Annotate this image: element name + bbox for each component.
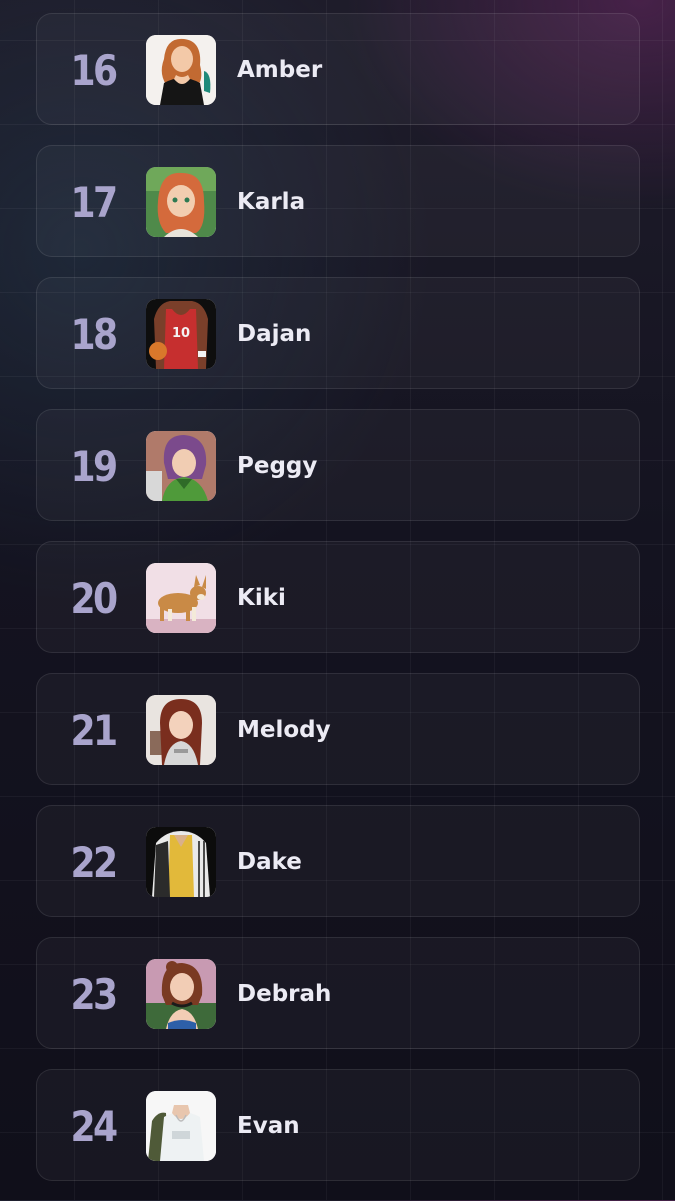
- dake-avatar: [146, 827, 216, 897]
- rank-number: 20: [70, 573, 118, 623]
- debrah-avatar: [146, 959, 216, 1029]
- character-row-debrah[interactable]: 23 Debrah: [36, 937, 640, 1049]
- character-row-melody[interactable]: 21 Melody: [36, 673, 640, 785]
- character-row-kiki[interactable]: 20 Kiki: [36, 541, 640, 653]
- rank-number: 19: [70, 441, 118, 491]
- character-name: Peggy: [237, 453, 318, 479]
- melody-avatar: [146, 695, 216, 765]
- character-row-amber[interactable]: 16 Amber: [36, 13, 640, 125]
- dajan-avatar: 10: [146, 299, 216, 369]
- character-row-karla[interactable]: 17 Karla: [36, 145, 640, 257]
- character-name: Amber: [237, 57, 323, 83]
- character-name: Melody: [237, 717, 331, 743]
- character-row-evan[interactable]: 24 Evan: [36, 1069, 640, 1181]
- amber-avatar: [146, 35, 216, 105]
- rank-number: 24: [70, 1101, 118, 1151]
- kiki-avatar: [146, 563, 216, 633]
- character-name: Evan: [237, 1113, 300, 1139]
- peggy-avatar: [146, 431, 216, 501]
- character-row-dajan[interactable]: 18 10 Dajan: [36, 277, 640, 389]
- svg-text:10: 10: [172, 326, 190, 341]
- character-list: 16 Amber 17 Karla 18 10 Dajan 19 Peggy 2…: [36, 13, 640, 1201]
- character-row-dake[interactable]: 22 Dake: [36, 805, 640, 917]
- character-name: Dake: [237, 849, 302, 875]
- character-name: Debrah: [237, 981, 332, 1007]
- rank-number: 18: [70, 309, 118, 359]
- rank-number: 22: [70, 837, 118, 887]
- rank-number: 16: [70, 45, 118, 95]
- karla-avatar: [146, 167, 216, 237]
- character-name: Kiki: [237, 585, 286, 611]
- character-name: Karla: [237, 189, 306, 215]
- rank-number: 21: [70, 705, 118, 755]
- evan-avatar: [146, 1091, 216, 1161]
- character-name: Dajan: [237, 321, 312, 347]
- rank-number: 17: [70, 177, 118, 227]
- rank-number: 23: [70, 969, 118, 1019]
- character-row-peggy[interactable]: 19 Peggy: [36, 409, 640, 521]
